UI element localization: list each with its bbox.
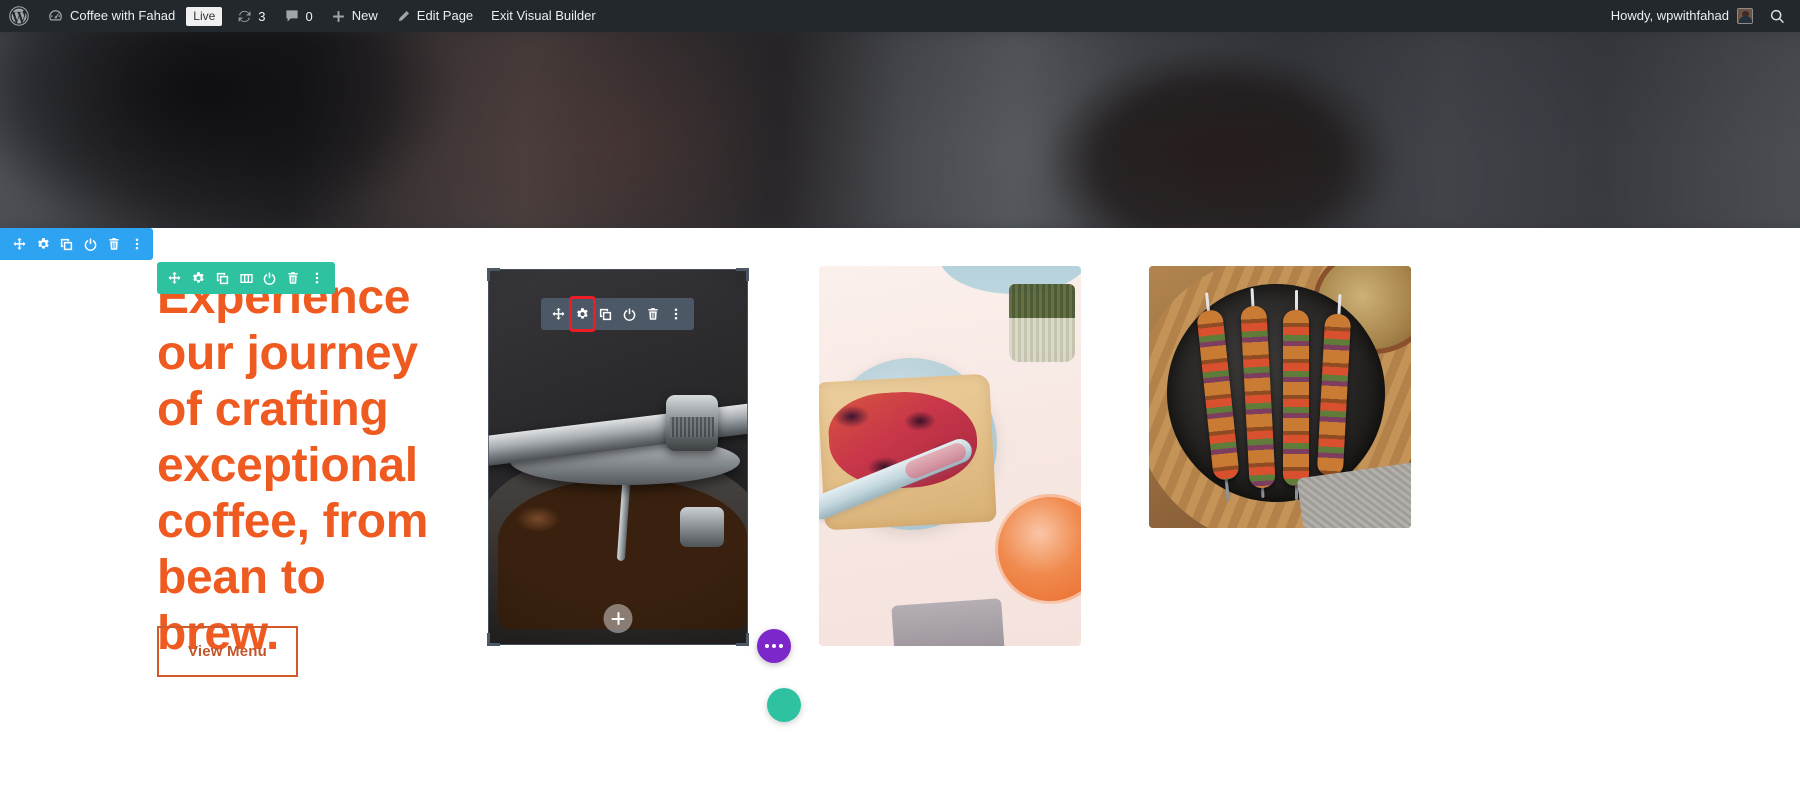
- resize-handle-bottom-right[interactable]: [736, 633, 749, 646]
- section-duplicate-button[interactable]: [55, 228, 79, 260]
- resize-handle-top-right[interactable]: [736, 268, 749, 281]
- new-content-menu[interactable]: New: [322, 0, 387, 32]
- module-toolbar[interactable]: [541, 296, 694, 332]
- grilled-kebab-skillet-image[interactable]: [1149, 266, 1411, 528]
- row-more-options-button[interactable]: [305, 262, 329, 294]
- updates-menu[interactable]: 3: [228, 0, 274, 32]
- section-settings-button[interactable]: [32, 228, 56, 260]
- live-badge-label: Live: [186, 6, 223, 26]
- dashboard-speedometer-icon: [47, 8, 64, 25]
- row-disable-button[interactable]: [258, 262, 282, 294]
- visual-builder-secondary-fab[interactable]: [767, 688, 801, 722]
- visual-builder-menu-fab[interactable]: [757, 629, 791, 663]
- module-move-button[interactable]: [547, 298, 571, 330]
- live-status-badge: Live: [184, 0, 228, 32]
- hero-heading-module: Experience our journey of crafting excep…: [157, 270, 457, 662]
- row-column-structure-button[interactable]: [234, 262, 258, 294]
- admin-search-button[interactable]: [1759, 0, 1800, 32]
- comments-count: 0: [305, 8, 313, 24]
- wordpress-logo-icon: [9, 6, 29, 26]
- row-duplicate-button[interactable]: [210, 262, 234, 294]
- wp-logo-menu[interactable]: [0, 0, 38, 32]
- updates-count: 3: [258, 8, 266, 24]
- section-more-options-button[interactable]: [126, 228, 150, 260]
- add-module-button[interactable]: [603, 604, 633, 633]
- comments-menu[interactable]: 0: [275, 0, 322, 32]
- view-menu-label: View Menu: [187, 643, 268, 660]
- row-move-button[interactable]: [163, 262, 187, 294]
- module-settings-button[interactable]: [568, 296, 596, 332]
- exit-visual-builder-label: Exit Visual Builder: [491, 8, 596, 23]
- account-menu[interactable]: Howdy, wpwithfahad: [1602, 0, 1759, 32]
- page-title: Experience our journey of crafting excep…: [157, 271, 429, 660]
- row-toolbar[interactable]: [157, 262, 335, 294]
- plus-icon: [331, 9, 346, 24]
- howdy-label: Howdy, wpwithfahad: [1610, 8, 1729, 23]
- resize-handle-bottom-left[interactable]: [487, 633, 500, 646]
- wp-admin-bar: Coffee with Fahad Live 3 0 New Edit Page…: [0, 0, 1800, 32]
- section-delete-button[interactable]: [102, 228, 126, 260]
- module-delete-button[interactable]: [641, 298, 665, 330]
- section-disable-button[interactable]: [79, 228, 103, 260]
- row-settings-button[interactable]: [187, 262, 211, 294]
- edit-page-label: Edit Page: [416, 8, 474, 23]
- resize-handle-top-left[interactable]: [487, 268, 500, 281]
- module-duplicate-button[interactable]: [594, 298, 618, 330]
- hero-overlay: [0, 32, 1800, 228]
- section-toolbar[interactable]: [0, 228, 153, 260]
- view-menu-button[interactable]: View Menu: [157, 626, 298, 677]
- comment-bubble-icon: [284, 8, 300, 24]
- updates-sync-icon: [237, 9, 252, 24]
- row-delete-button[interactable]: [282, 262, 306, 294]
- avatar: [1737, 8, 1753, 24]
- site-name-menu[interactable]: Coffee with Fahad: [38, 0, 184, 32]
- module-more-options-button[interactable]: [665, 298, 689, 330]
- search-icon: [1769, 8, 1786, 25]
- exit-visual-builder-link[interactable]: Exit Visual Builder: [482, 0, 605, 32]
- pencil-icon: [396, 9, 411, 24]
- edit-page-link[interactable]: Edit Page: [387, 0, 482, 32]
- module-disable-button[interactable]: [618, 298, 642, 330]
- hero-background-image: [0, 32, 1800, 228]
- section-move-button[interactable]: [8, 228, 32, 260]
- new-content-label: New: [351, 8, 378, 23]
- site-name-label: Coffee with Fahad: [70, 8, 176, 23]
- toast-with-jam-image[interactable]: [819, 266, 1081, 646]
- page-content-area: Experience our journey of crafting excep…: [0, 228, 1800, 800]
- ellipsis-horizontal-icon: [765, 644, 769, 648]
